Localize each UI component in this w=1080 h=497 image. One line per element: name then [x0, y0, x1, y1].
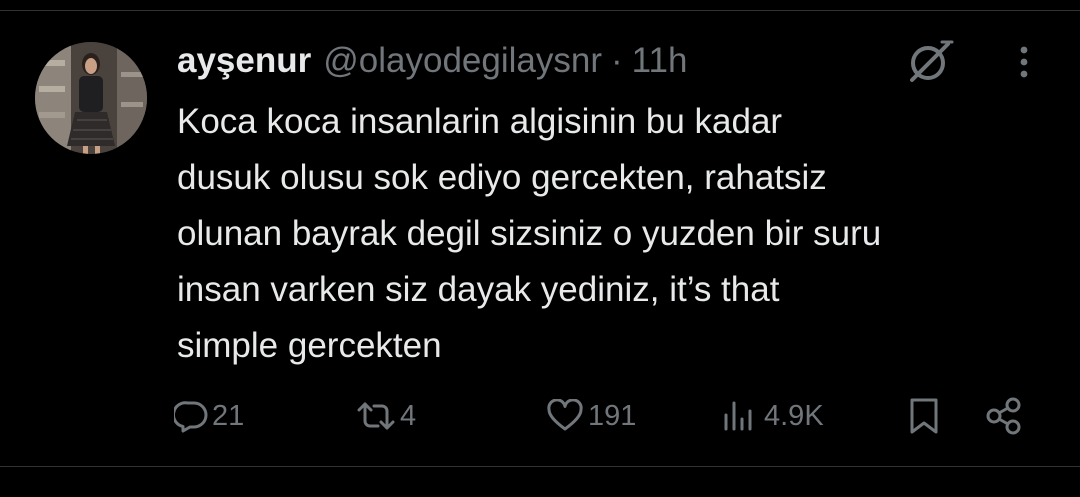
- retweet-icon: [357, 402, 395, 430]
- grok-icon[interactable]: [904, 36, 956, 88]
- top-divider: [0, 10, 1080, 11]
- action-bar: 21 4 191 4.9K: [0, 392, 1080, 440]
- display-name[interactable]: ayşenur: [177, 41, 311, 81]
- user-handle[interactable]: @olayodegilaysnr: [323, 41, 602, 81]
- views-button[interactable]: 4.9K: [720, 392, 824, 440]
- share-icon: [986, 397, 1021, 435]
- bookmark-icon: [910, 398, 938, 434]
- tweet-text: Koca koca insanlarin algisinin bu kadar …: [177, 102, 882, 365]
- reply-icon: [174, 401, 208, 433]
- reply-count: 21: [212, 399, 245, 432]
- bottom-divider: [0, 466, 1080, 467]
- retweet-button[interactable]: 4: [356, 392, 416, 440]
- avatar[interactable]: [35, 42, 147, 154]
- bookmark-button[interactable]: [904, 392, 944, 440]
- retweet-count: 4: [400, 399, 417, 432]
- timestamp[interactable]: 11h: [632, 41, 688, 81]
- more-vertical-icon[interactable]: [1004, 42, 1044, 82]
- tweet-header: ayşenur @olayodegilaysnr · 11h: [177, 38, 687, 84]
- profile-photo: [35, 42, 147, 154]
- like-count: 191: [588, 399, 637, 432]
- separator-dot: ·: [611, 41, 623, 80]
- views-count: 4.9K: [764, 399, 824, 432]
- like-button[interactable]: 191: [546, 392, 636, 440]
- share-button[interactable]: [984, 392, 1024, 440]
- reply-button[interactable]: 21: [174, 392, 244, 440]
- heart-icon: [547, 399, 583, 431]
- views-chart-icon: [724, 401, 752, 431]
